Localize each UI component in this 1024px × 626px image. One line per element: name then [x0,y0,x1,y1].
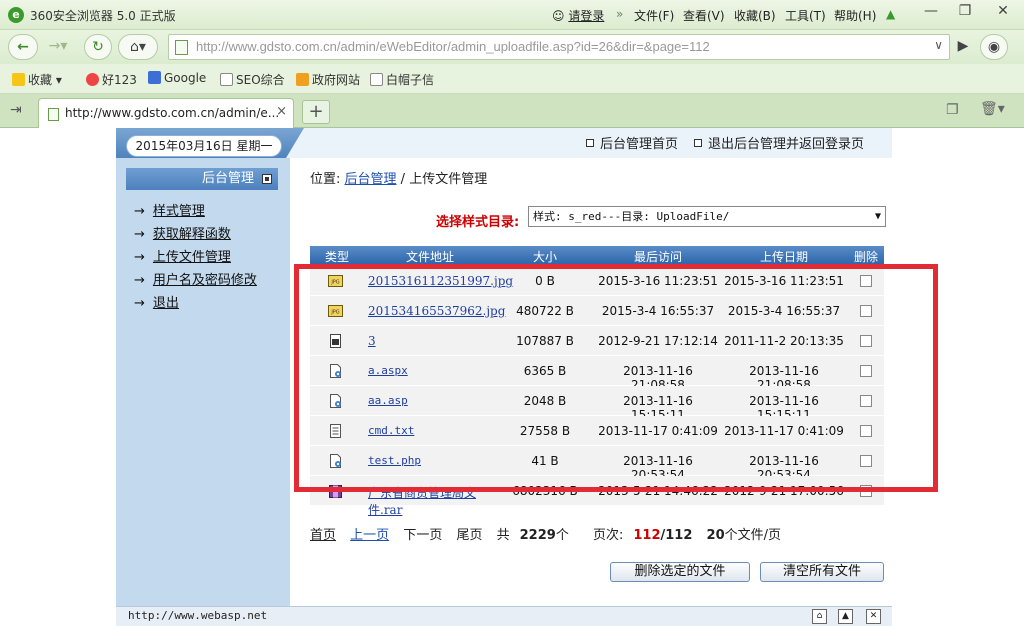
page-next[interactable]: 下一页 [403,528,442,543]
collapse-icon[interactable] [262,174,272,184]
star-icon [12,73,25,86]
new-tab-button[interactable]: + [302,100,330,124]
pagination: 首页 上一页 下一页 尾页 共 2229个 页次: 112/112 20个文件/页 [310,524,801,543]
forward-arrow-icon[interactable]: →▾ [42,34,74,60]
page-prev[interactable]: 上一页 [350,528,389,543]
dropdown-arrow-icon: ▼ [874,211,881,222]
admin-home-link[interactable]: 后台管理首页 [586,133,678,152]
date-display: 2015年03月16日 星期一 [126,135,282,157]
bookmark-seo[interactable]: SEO综合 [220,71,285,88]
browser-logo-icon: e [8,7,24,23]
per-page: 20个文件/页 [706,528,782,543]
menu-file[interactable]: 文件(F) [634,7,674,24]
hao123-icon [86,73,99,86]
total-count: 共 2229个 [496,528,569,543]
browser-tab[interactable]: http://www.gdsto.com.cn/admin/e... × [38,98,294,128]
page-first[interactable]: 首页 [310,528,336,543]
page-last[interactable]: 尾页 [456,528,482,543]
bookmarks-bar: 收藏 ▾ 好123 Google SEO综合 政府网站 白帽子信 [0,64,1024,94]
page-indicator: 页次: 112/112 [592,528,693,543]
col-accessed: 最后访问 [633,250,682,264]
menu-favorites[interactable]: 收藏(B) [734,7,776,24]
breadcrumb: 位置: 后台管理 / 上传文件管理 [310,172,488,187]
bookmark-whitehat[interactable]: 白帽子信 [370,71,434,88]
col-path: 文件地址 [405,250,454,264]
menu-help[interactable]: 帮助(H) [834,7,876,24]
footer-url: http://www.webasp.net [128,609,268,622]
page-icon [220,73,233,86]
restore-tabs-icon[interactable]: ❐ [946,102,959,118]
minimize-button[interactable]: — [912,0,950,24]
menu-expand-icon[interactable]: » [616,7,623,21]
browser-titlebar: e 360安全浏览器 5.0 正式版 ☺ 请登录 » 文件(F) 查看(V) 收… [0,0,1024,30]
breadcrumb-admin-link[interactable]: 后台管理 [345,172,397,187]
col-type: 类型 [324,250,349,264]
login-link[interactable]: ☺ 请登录 [552,7,604,24]
up-icon[interactable]: ▲ [838,609,853,624]
sidebar-item-password[interactable]: → 用户名及密码修改 [134,269,257,288]
bookmark-hao123[interactable]: 好123 [86,71,137,88]
close-window-button[interactable]: ✕ [984,0,1022,24]
page-icon [48,108,59,121]
shield-icon[interactable]: ◉ [980,34,1008,60]
url-text: http://www.gdsto.com.cn/admin/eWebEditor… [196,39,710,54]
bookmark-google[interactable]: Google [148,71,206,85]
tab-bar: ⇥ http://www.gdsto.com.cn/admin/e... × +… [0,94,1024,128]
address-bar[interactable]: http://www.gdsto.com.cn/admin/eWebEditor… [168,34,950,60]
status-footer: http://www.webasp.net ⌂ ▲ ✕ [116,606,892,626]
bookmark-gov[interactable]: 政府网站 [296,71,360,88]
highlight-box [294,264,938,492]
menu-tools[interactable]: 工具(T) [785,7,826,24]
page-icon [175,40,188,55]
arrow-icon: → [134,273,145,288]
close-icon[interactable]: ✕ [866,609,881,624]
arrow-icon: → [134,227,145,242]
shirt-icon[interactable]: ▲ [886,7,895,21]
refresh-icon[interactable]: ↻ [84,34,112,60]
navigation-bar: ← →▾ ↻ ⌂▾ http://www.gdsto.com.cn/admin/… [0,30,1024,64]
clear-all-button[interactable]: 清空所有文件 [760,562,884,582]
trash-icon[interactable]: 🗑▾ [980,101,1005,117]
square-bullet-icon [586,139,594,147]
col-uploaded: 上传日期 [759,250,808,264]
url-dropdown-icon[interactable]: ∨ [934,38,943,52]
browser-title: 360安全浏览器 5.0 正式版 [30,9,176,23]
style-directory-select[interactable]: 样式: s_red---目录: UploadFile/▼ [528,206,886,227]
tab-close-icon[interactable]: × [276,104,287,119]
sidebar-toggle-icon[interactable]: ⇥ [10,102,22,118]
home-icon[interactable]: ⌂ [812,609,827,624]
col-size: 大小 [532,250,557,264]
page-margin-left [0,128,116,626]
restore-button[interactable]: ❐ [946,0,984,24]
sidebar-item-style[interactable]: → 样式管理 [134,200,205,219]
square-bullet-icon [694,139,702,147]
page-icon [370,73,383,86]
admin-sidebar: 后台管理 → 样式管理 → 获取解释函数 → 上传文件管理 → 用户名及密码修改 → 退出 [116,158,290,606]
sidebar-item-functions[interactable]: → 获取解释函数 [134,223,231,242]
arrow-icon: → [134,296,145,311]
google-icon [148,71,161,84]
delete-selected-button[interactable]: 删除选定的文件 [610,562,750,582]
back-arrow-icon[interactable]: ← [8,34,38,60]
tab-title: http://www.gdsto.com.cn/admin/e... [65,106,280,120]
arrow-icon: → [134,250,145,265]
gov-icon [296,73,309,86]
logout-return-link[interactable]: 退出后台管理并返回登录页 [694,133,864,152]
arrow-icon: → [134,204,145,219]
bookmark-favorites[interactable]: 收藏 ▾ [12,71,62,88]
menu-view[interactable]: 查看(V) [683,7,725,24]
sidebar-header[interactable]: 后台管理 [126,168,278,190]
sidebar-item-logout[interactable]: → 退出 [134,292,179,311]
table-header: 类型 文件地址 大小 最后访问 上传日期 删除 [310,246,884,264]
style-select-label: 选择样式目录: [436,215,520,230]
home-icon[interactable]: ⌂▾ [118,34,158,60]
go-arrow-icon[interactable]: ▶ [952,34,974,60]
sidebar-item-upload[interactable]: → 上传文件管理 [134,246,231,265]
col-delete: 删除 [853,250,878,264]
